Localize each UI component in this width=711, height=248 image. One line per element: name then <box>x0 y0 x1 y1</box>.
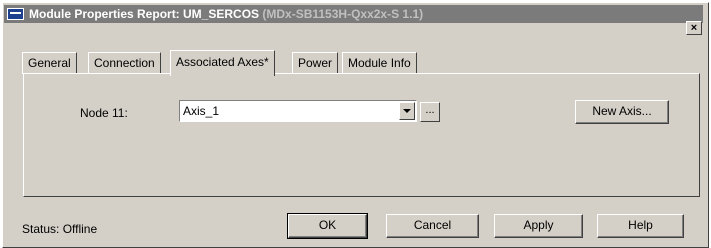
window-title-main: Module Properties Report: UM_SERCOS <box>29 7 263 21</box>
ok-button[interactable]: OK <box>287 213 368 239</box>
tab-connection[interactable]: Connection <box>88 52 161 74</box>
tab-general[interactable]: General <box>22 52 77 74</box>
axis-select[interactable]: Axis_1 <box>179 100 417 122</box>
new-axis-button[interactable]: New Axis... <box>575 100 669 124</box>
window-title-catalog: (MDx-SB1153H-Qxx2x-S 1.1) <box>262 7 424 21</box>
tab-panel <box>23 73 700 197</box>
tab-power-label: Power <box>298 56 333 70</box>
apply-button[interactable]: Apply <box>494 214 583 238</box>
tab-module-info[interactable]: Module Info <box>342 52 417 74</box>
help-button[interactable]: Help <box>597 214 684 238</box>
title-bar: Module Properties Report: UM_SERCOS (MDx… <box>4 5 703 23</box>
tab-power[interactable]: Power <box>292 52 339 74</box>
axis-select-value: Axis_1 <box>183 104 220 118</box>
close-button[interactable]: × <box>686 21 702 35</box>
tab-associated-axes-label: Associated Axes* <box>176 55 269 69</box>
tab-module-info-label: Module Info <box>348 56 411 70</box>
tab-general-label: General <box>28 56 71 70</box>
window-icon <box>7 8 24 20</box>
status-text: Status: Offline <box>22 222 98 236</box>
tab-connection-label: Connection <box>94 56 155 70</box>
tab-associated-axes[interactable]: Associated Axes* <box>170 50 275 76</box>
node-label: Node 11: <box>80 106 128 120</box>
close-icon: × <box>690 22 698 34</box>
chevron-down-icon <box>403 109 411 113</box>
cancel-button[interactable]: Cancel <box>386 214 479 238</box>
dropdown-button[interactable] <box>399 102 415 120</box>
window-title: Module Properties Report: UM_SERCOS (MDx… <box>29 7 423 21</box>
browse-axis-button[interactable]: ... <box>420 102 440 122</box>
